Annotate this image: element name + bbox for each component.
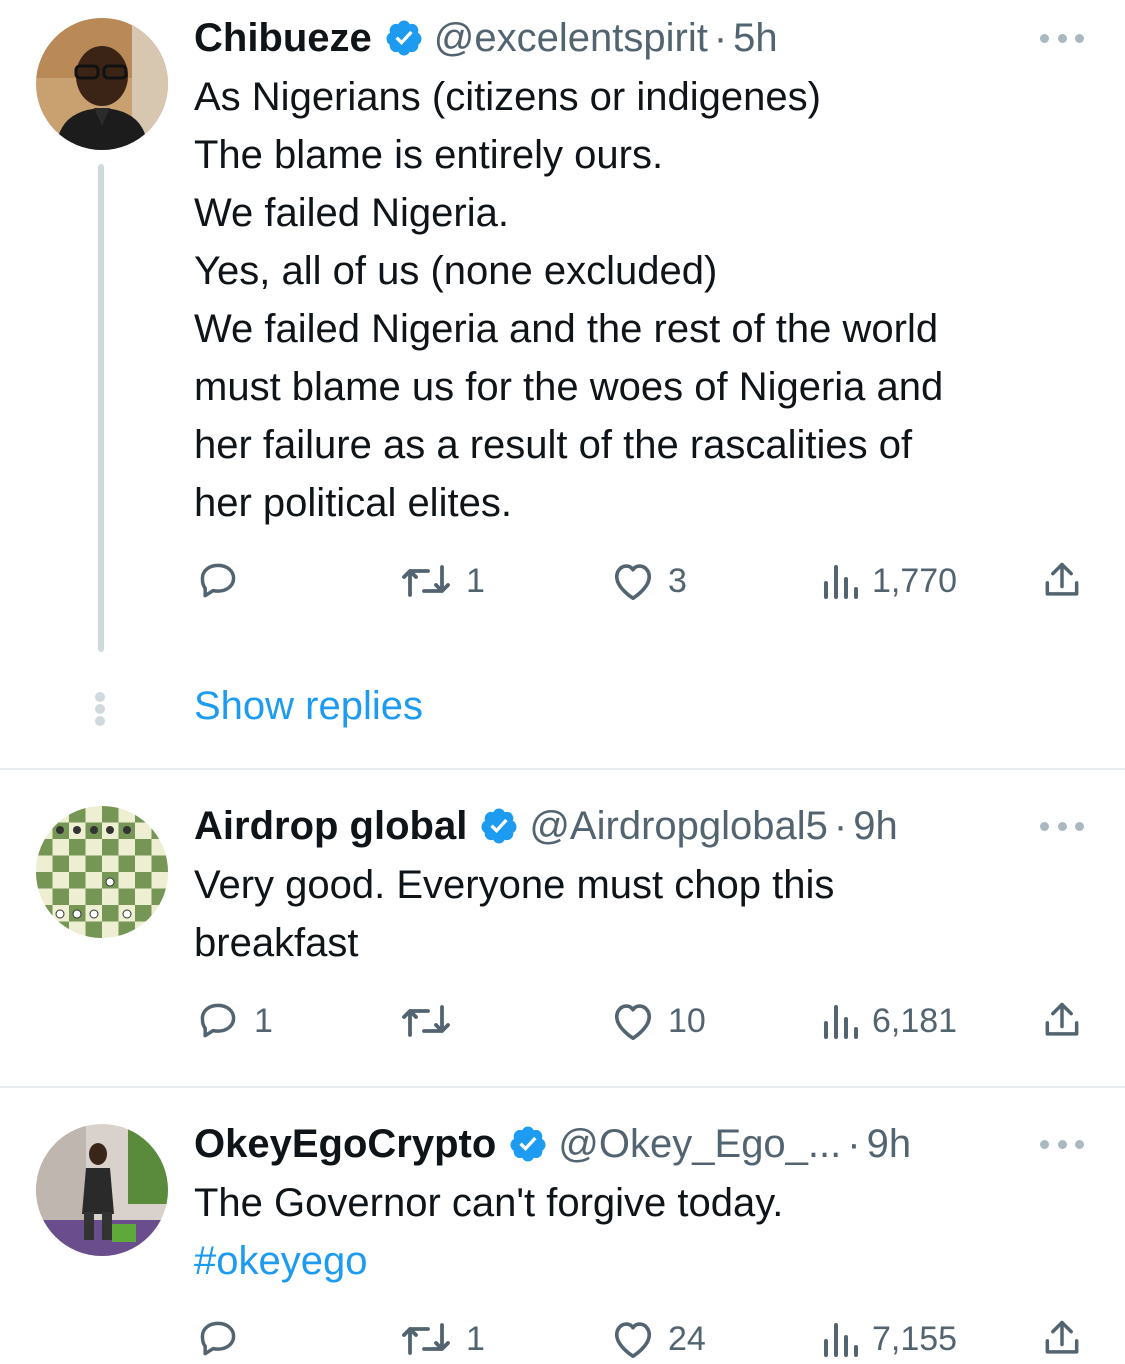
share-icon bbox=[1045, 562, 1079, 596]
text-line: The blame is entirely ours. bbox=[194, 133, 664, 177]
views-icon bbox=[824, 565, 858, 599]
timestamp[interactable]: 9h bbox=[853, 804, 898, 849]
avatar[interactable] bbox=[36, 806, 168, 938]
share-icon bbox=[1045, 1002, 1079, 1036]
tweet-header: Chibueze @excelentspirit · 5h bbox=[194, 8, 778, 68]
view-count: 7,155 bbox=[872, 1319, 958, 1358]
text-line: her political elites. bbox=[194, 481, 512, 525]
show-replies-link[interactable]: Show replies bbox=[194, 684, 423, 729]
avatar[interactable] bbox=[36, 1124, 168, 1256]
user-handle[interactable]: @Airdropglobal5 bbox=[529, 804, 828, 849]
heart-icon bbox=[614, 1004, 652, 1040]
views-icon bbox=[824, 1005, 858, 1039]
heart-icon bbox=[614, 1322, 652, 1358]
reply-button[interactable] bbox=[194, 558, 254, 604]
tweet-text: The Governor can't forgive today. #okeye… bbox=[194, 1174, 1094, 1290]
tweet-text: As Nigerians (citizens or indigenes) The… bbox=[194, 68, 1094, 532]
tweet-text: Very good. Everyone must chop this break… bbox=[194, 856, 1094, 972]
retweet-icon bbox=[402, 1323, 450, 1355]
more-replies-dots-icon bbox=[95, 692, 107, 726]
view-count: 6,181 bbox=[872, 1001, 958, 1040]
separator-dot: · bbox=[847, 1121, 861, 1166]
divider bbox=[0, 768, 1125, 770]
display-name[interactable]: Airdrop global bbox=[194, 804, 467, 849]
verified-badge-icon bbox=[384, 18, 424, 58]
like-button[interactable]: 10 bbox=[610, 998, 706, 1044]
more-options-icon[interactable] bbox=[1040, 31, 1084, 45]
reply-icon bbox=[200, 1003, 236, 1038]
text-line: As Nigerians (citizens or indigenes) bbox=[194, 75, 821, 119]
retweet-count: 1 bbox=[466, 1319, 485, 1358]
reply-icon bbox=[200, 563, 236, 598]
retweet-button[interactable] bbox=[398, 998, 466, 1044]
share-icon bbox=[1045, 1320, 1079, 1354]
text-line: We failed Nigeria. bbox=[194, 191, 509, 235]
separator-dot: · bbox=[713, 15, 728, 60]
text-line: her failure as a result of the rascaliti… bbox=[194, 423, 913, 467]
tweet-header: OkeyEgoCrypto @Okey_Ego_... · 9h bbox=[194, 1114, 911, 1174]
divider bbox=[0, 1086, 1125, 1088]
reply-button[interactable] bbox=[194, 1316, 254, 1362]
like-count: 3 bbox=[668, 561, 687, 600]
share-button[interactable] bbox=[1040, 1316, 1084, 1362]
text-line: Yes, all of us (none excluded) bbox=[194, 249, 718, 293]
text-line: Very good. Everyone must chop this bbox=[194, 863, 835, 907]
like-button[interactable]: 3 bbox=[610, 558, 687, 604]
verified-badge-icon bbox=[479, 806, 519, 846]
retweet-button[interactable]: 1 bbox=[398, 558, 485, 604]
like-count: 10 bbox=[668, 1001, 706, 1040]
display-name[interactable]: OkeyEgoCrypto bbox=[194, 1122, 496, 1167]
like-button[interactable]: 24 bbox=[610, 1316, 706, 1362]
more-options-icon[interactable] bbox=[1040, 819, 1084, 833]
retweet-count: 1 bbox=[466, 561, 485, 600]
text-line: must blame us for the woes of Nigeria an… bbox=[194, 365, 944, 409]
timestamp[interactable]: 5h bbox=[733, 16, 778, 61]
reply-icon bbox=[200, 1321, 236, 1356]
share-button[interactable] bbox=[1040, 998, 1084, 1044]
text-line: We failed Nigeria and the rest of the wo… bbox=[194, 307, 939, 351]
display-name[interactable]: Chibueze bbox=[194, 16, 372, 61]
views-button[interactable]: 6,181 bbox=[820, 998, 957, 1044]
hashtag-link[interactable]: #okeyego bbox=[194, 1232, 1094, 1290]
views-icon bbox=[824, 1323, 858, 1357]
view-count: 1,770 bbox=[872, 561, 958, 600]
user-handle[interactable]: @excelentspirit bbox=[434, 16, 708, 61]
reply-count: 1 bbox=[254, 1001, 273, 1040]
tweet-header: Airdrop global @Airdropglobal5 · 9h bbox=[194, 796, 898, 856]
views-button[interactable]: 1,770 bbox=[820, 558, 957, 604]
avatar[interactable] bbox=[36, 18, 168, 150]
share-button[interactable] bbox=[1040, 558, 1084, 604]
more-options-icon[interactable] bbox=[1040, 1137, 1084, 1151]
thread-line bbox=[98, 164, 104, 652]
reply-button[interactable]: 1 bbox=[194, 998, 273, 1044]
views-button[interactable]: 7,155 bbox=[820, 1316, 957, 1362]
heart-icon bbox=[614, 564, 652, 600]
text-line: The Governor can't forgive today. bbox=[194, 1181, 784, 1225]
like-count: 24 bbox=[668, 1319, 706, 1358]
retweet-button[interactable]: 1 bbox=[398, 1316, 485, 1362]
retweet-icon bbox=[402, 565, 450, 597]
separator-dot: · bbox=[833, 803, 848, 848]
user-handle[interactable]: @Okey_Ego_... bbox=[558, 1122, 841, 1167]
timestamp[interactable]: 9h bbox=[867, 1122, 912, 1167]
text-line: breakfast bbox=[194, 921, 359, 965]
verified-badge-icon bbox=[508, 1124, 548, 1164]
retweet-icon bbox=[402, 1005, 450, 1037]
